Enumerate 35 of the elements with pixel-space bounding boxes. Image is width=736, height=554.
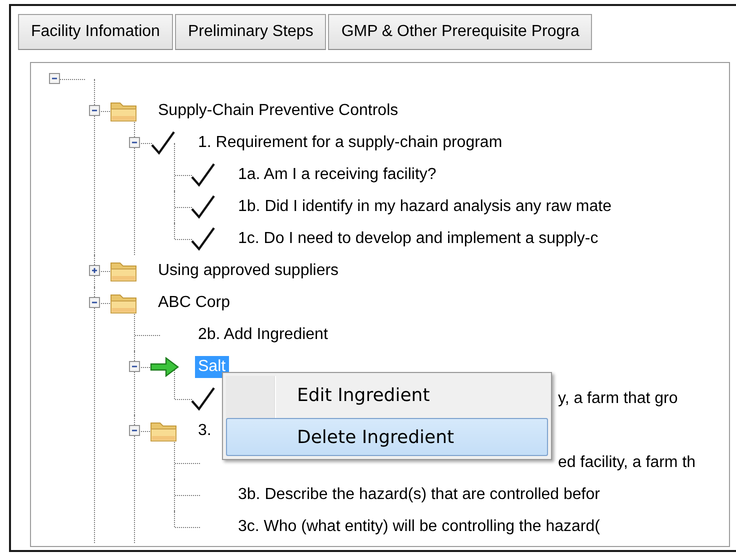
collapse-button[interactable] bbox=[129, 425, 140, 436]
tree-item[interactable]: Using approved suppliers bbox=[155, 260, 342, 282]
tree-item[interactable]: ed facility, a farm th bbox=[555, 452, 699, 474]
expand-button[interactable] bbox=[89, 265, 100, 276]
collapse-button[interactable] bbox=[129, 137, 140, 148]
folder-icon bbox=[150, 420, 178, 442]
tree-item[interactable]: 2b. Add Ingredient bbox=[195, 324, 331, 346]
tree-item[interactable]: Supply-Chain Preventive Controls bbox=[155, 100, 402, 122]
menu-item[interactable]: Edit Ingredient bbox=[226, 376, 548, 414]
checkmark-icon bbox=[190, 162, 216, 188]
tree-item[interactable]: 1a. Am I a receiving facility? bbox=[235, 164, 440, 186]
tab[interactable]: Preliminary Steps bbox=[174, 14, 326, 50]
tree-item[interactable]: ABC Corp bbox=[155, 292, 234, 314]
tree-item[interactable]: 1b. Did I identify in my hazard analysis any raw mate bbox=[235, 196, 614, 218]
tab[interactable]: Facility Infomation bbox=[18, 14, 173, 50]
tree-item[interactable]: 1c. Do I need to develop and implement a supply-c bbox=[235, 228, 602, 250]
tree-item[interactable]: 3b. Describe the hazard(s) that are controlled befor bbox=[235, 484, 603, 506]
folder-icon bbox=[110, 260, 138, 282]
collapse-button[interactable] bbox=[129, 361, 140, 372]
tree-item[interactable]: 3c. Who (what entity) will be controlling the hazard( bbox=[235, 516, 603, 538]
checkmark-icon bbox=[190, 226, 216, 252]
checkmark-icon bbox=[190, 194, 216, 220]
checkmark-icon bbox=[190, 386, 216, 412]
folder-icon bbox=[110, 100, 138, 122]
menu-item[interactable]: Delete Ingredient bbox=[226, 418, 548, 456]
tree-item[interactable]: 1. Requirement for a supply-chain program bbox=[195, 132, 506, 154]
arrow-icon bbox=[150, 357, 180, 377]
folder-icon bbox=[110, 292, 138, 314]
tree-item[interactable]: y, a farm that gro bbox=[555, 388, 681, 410]
collapse-button[interactable] bbox=[89, 105, 100, 116]
tab[interactable]: GMP & Other Prerequisite Progra bbox=[328, 14, 592, 50]
tree-item[interactable]: 3. bbox=[195, 420, 214, 442]
collapse-button[interactable] bbox=[89, 297, 100, 308]
collapse-button[interactable] bbox=[49, 73, 60, 84]
checkmark-icon bbox=[150, 130, 176, 156]
